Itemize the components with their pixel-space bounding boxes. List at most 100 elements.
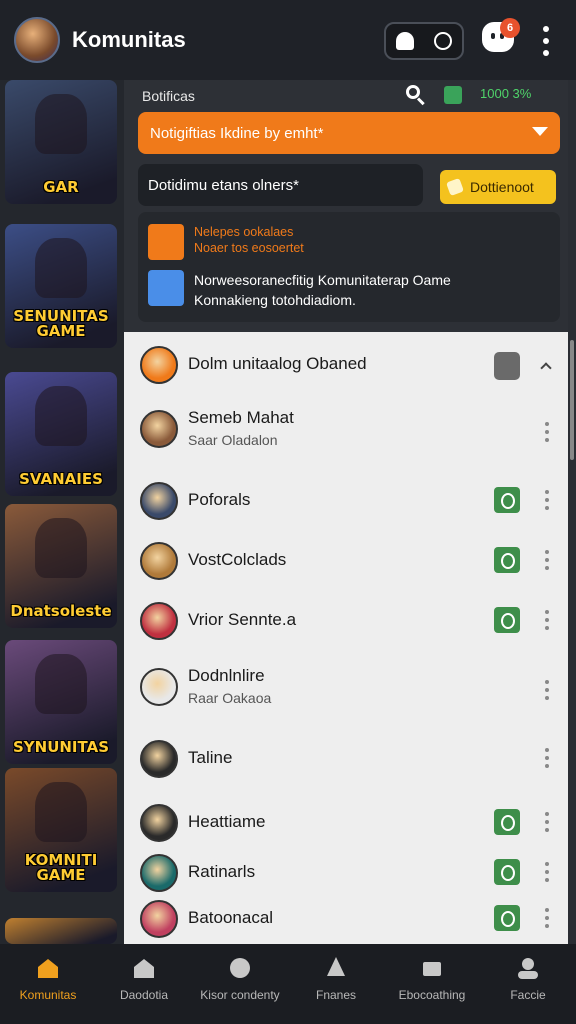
list-item[interactable]: Batoonacal xyxy=(124,890,568,946)
game-card-label: KOMNITI GAME xyxy=(24,850,98,885)
dot-icon xyxy=(545,870,549,874)
game-card[interactable]: SVANAIES xyxy=(5,372,117,496)
game-card[interactable]: GAR xyxy=(5,80,117,204)
game-card[interactable]: SENUNITAS GAME xyxy=(5,224,117,348)
game-card-label: SYNUNITAS xyxy=(12,738,109,757)
list-item[interactable]: Vrior Sennte.a xyxy=(124,592,568,648)
community-subtitle: Saar Oladalon xyxy=(188,432,278,448)
game-card[interactable]: KOMNITI GAME xyxy=(5,768,117,892)
nav-item-compass[interactable]: Kisor condenty xyxy=(192,944,288,1024)
list-item[interactable]: Semeb Mahat Saar Oladalon xyxy=(124,404,568,460)
dot-icon xyxy=(545,498,549,502)
game-card[interactable]: Dnatsoleste xyxy=(5,504,117,628)
more-options-button[interactable] xyxy=(544,680,550,700)
joined-check-button[interactable] xyxy=(494,487,520,513)
more-options-button[interactable] xyxy=(544,812,550,832)
bell-toggle-button[interactable] xyxy=(394,30,416,52)
game-card[interactable] xyxy=(5,918,117,944)
ticket-icon xyxy=(446,178,464,196)
notification-filter-dropdown[interactable]: Notigiftias Ikdine by emht* xyxy=(138,112,560,154)
dot-icon xyxy=(545,820,549,824)
list-item[interactable]: Poforals xyxy=(124,472,568,528)
dot-icon xyxy=(545,756,549,760)
joined-check-button[interactable] xyxy=(494,607,520,633)
chevron-down-icon xyxy=(532,127,548,136)
dot-icon xyxy=(545,626,549,630)
community-name: Dodnlnlire xyxy=(188,666,265,685)
dot-icon xyxy=(545,764,549,768)
dot-icon xyxy=(545,506,549,510)
compass-icon xyxy=(227,956,253,980)
alert-item[interactable]: Norweesoranecfitig Komunitaterap Oame Ko… xyxy=(148,270,451,310)
nav-label: Faccie xyxy=(510,988,546,1002)
list-item[interactable]: VostColclads xyxy=(124,532,568,588)
messages-badge: 6 xyxy=(500,18,520,38)
game-hero-art xyxy=(35,238,87,298)
nav-item-profile[interactable]: Faccie xyxy=(480,944,576,1024)
more-options-button[interactable] xyxy=(544,908,550,928)
dot-icon xyxy=(545,924,549,928)
game-hero-art xyxy=(35,386,87,446)
more-options-button[interactable] xyxy=(544,490,550,510)
confirm-button[interactable]: Dottienoot xyxy=(440,170,556,204)
nav-label: Komunitas xyxy=(19,988,77,1002)
dot-icon xyxy=(545,422,549,426)
info-icon xyxy=(148,270,184,306)
alert-title: Nelepes ookalaes xyxy=(194,225,294,239)
more-options-button[interactable] xyxy=(544,862,550,882)
more-options-button[interactable] xyxy=(544,748,550,768)
pending-button[interactable] xyxy=(494,352,520,380)
home-icon xyxy=(35,956,61,980)
alert-item[interactable]: Nelepes ookalaes Noaer tos eosoertet xyxy=(148,224,304,260)
community-avatar xyxy=(140,482,178,520)
bottom-navigation: Komunitas Daodotia Kisor condenty Fnanes Ebo… xyxy=(0,944,576,1024)
dot-icon xyxy=(543,38,549,44)
chevron-up-icon[interactable] xyxy=(540,362,552,374)
community-name: Dolm unitaalog Obaned xyxy=(188,354,367,373)
more-options-button[interactable] xyxy=(544,422,550,442)
community-subtitle: Raar Oakaoa xyxy=(188,690,272,706)
dot-icon xyxy=(545,828,549,832)
community-name: VostColclads xyxy=(188,550,287,569)
more-options-button[interactable] xyxy=(544,550,550,570)
nav-item-home[interactable]: Komunitas xyxy=(0,944,96,1024)
more-menu-button[interactable] xyxy=(536,26,556,56)
status-readout: 1000 3% xyxy=(480,86,532,101)
dot-icon xyxy=(545,862,549,866)
joined-check-button[interactable] xyxy=(494,859,520,885)
joined-check-button[interactable] xyxy=(494,809,520,835)
community-avatar xyxy=(140,804,178,842)
list-item[interactable]: Taline xyxy=(124,730,568,786)
nav-label: Ebocoathing xyxy=(398,988,466,1002)
notification-input[interactable]: Dotidimu etans olners* xyxy=(138,164,423,206)
user-avatar[interactable] xyxy=(14,17,60,63)
cup-icon xyxy=(419,956,445,980)
joined-check-button[interactable] xyxy=(494,905,520,931)
scrollbar-thumb[interactable] xyxy=(570,340,574,460)
chat-bubble-icon xyxy=(434,32,452,50)
joined-check-button[interactable] xyxy=(494,547,520,573)
status-square-icon[interactable] xyxy=(444,86,462,104)
top-app-bar: Komunitas 6 xyxy=(0,0,576,80)
list-item[interactable]: Dolm unitaalog Obaned xyxy=(124,336,568,392)
dot-icon xyxy=(545,696,549,700)
game-hero-art xyxy=(35,518,87,578)
notification-input-value: Dotidimu etans olners* xyxy=(148,176,299,194)
nav-item-home-outline[interactable]: Daodotia xyxy=(96,944,192,1024)
dot-icon xyxy=(545,878,549,882)
scrollbar[interactable] xyxy=(568,80,576,944)
community-name: Ratinarls xyxy=(188,862,256,881)
more-options-button[interactable] xyxy=(544,610,550,630)
game-card[interactable]: SYNUNITAS xyxy=(5,640,117,764)
list-item[interactable]: Heattiame xyxy=(124,794,568,850)
game-card-label: SVANAIES xyxy=(19,470,103,489)
community-list: Dolm unitaalog Obaned Semeb Mahat Saar Ola… xyxy=(124,332,568,944)
community-avatar xyxy=(140,668,178,706)
search-icon[interactable] xyxy=(406,85,426,106)
nav-item-cup[interactable]: Ebocoathing xyxy=(384,944,480,1024)
list-item[interactable]: Dodnlnlire Raar Oakaoa xyxy=(124,662,568,718)
nav-item-tree[interactable]: Fnanes xyxy=(288,944,384,1024)
chat-toggle-button[interactable] xyxy=(432,30,454,52)
community-avatar xyxy=(140,346,178,384)
nav-label: Kisor condenty xyxy=(200,988,280,1002)
